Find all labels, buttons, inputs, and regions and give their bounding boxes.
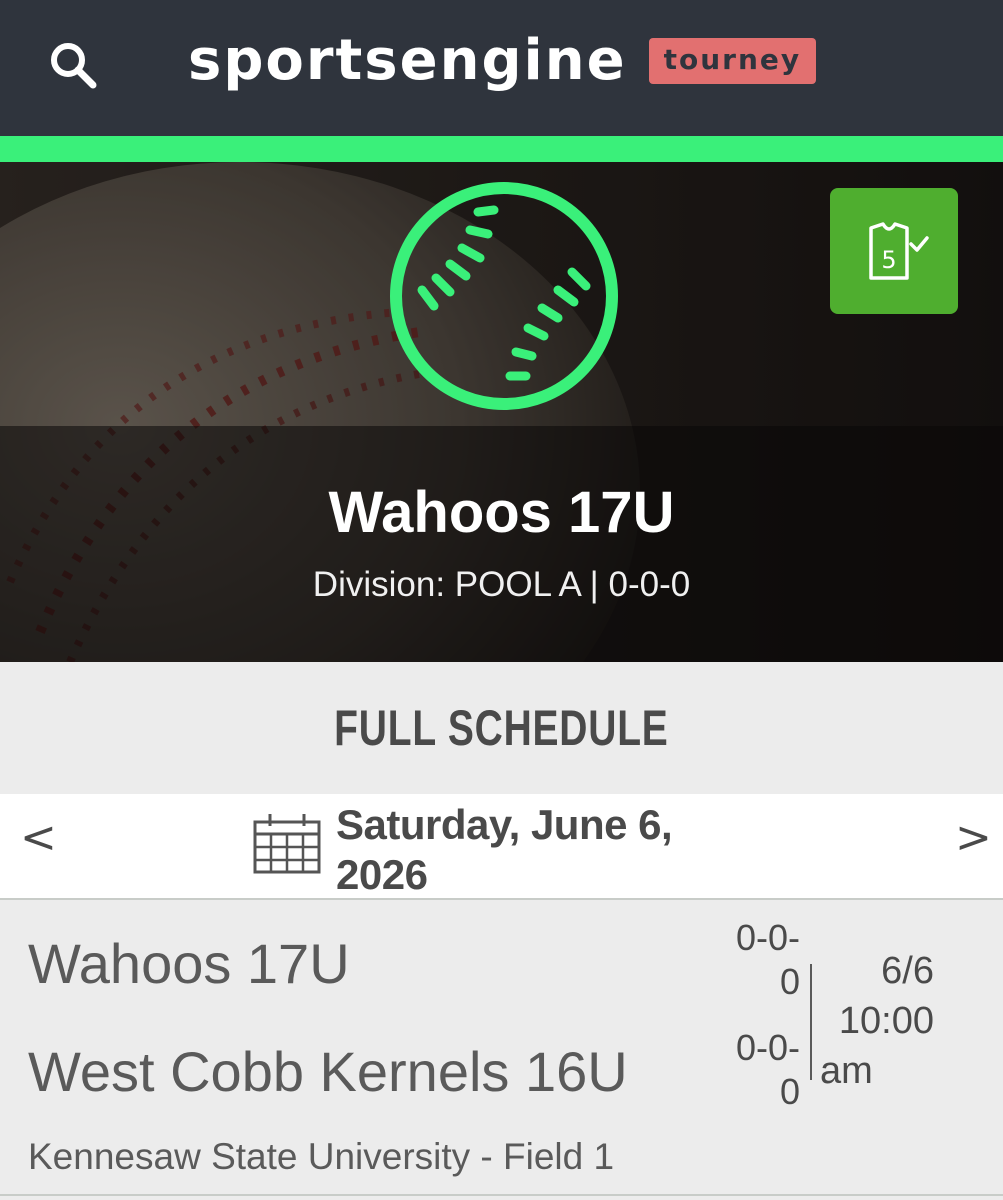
team-hero: 5 Wahoos 17U Division: POOL A | 0-0-0 [0, 162, 1003, 662]
schedule-title: FULL SCHEDULE [334, 700, 669, 756]
lineup-button[interactable]: 5 [830, 188, 958, 314]
away-team-record: 0-0- 0 [700, 1026, 800, 1114]
brand-logo[interactable]: sportsengine tourney [188, 26, 817, 96]
brand-name: sportsengine [188, 28, 627, 93]
top-nav-bar: sportsengine tourney [0, 0, 1003, 136]
next-date-button[interactable]: > [955, 816, 992, 860]
home-team-record: 0-0- 0 [700, 916, 800, 1004]
game-time-divider [810, 964, 812, 1080]
selected-date: Saturday, June 6, 2026 [336, 800, 776, 900]
team-division-record: Division: POOL A | 0-0-0 [312, 565, 691, 604]
game-date-time: 6/6 10:00 am [820, 946, 934, 1096]
home-team-record-line2: 0 [779, 961, 800, 1002]
game-time-line1: 10:00 [838, 1000, 934, 1042]
game-venue: Kennesaw State University - Field 1 [28, 1136, 615, 1177]
away-team-record-line1: 0-0- [735, 1027, 800, 1068]
team-name-title: Wahoos 17U [328, 480, 675, 545]
selected-date-line1: Saturday, June 6, [336, 801, 673, 848]
selected-date-line2: 2026 [336, 851, 428, 898]
search-icon [51, 43, 97, 89]
schedule-header: FULL SCHEDULE [0, 662, 1003, 794]
search-button[interactable] [40, 34, 106, 96]
svg-text:5: 5 [881, 246, 896, 274]
previous-date-button[interactable]: < [20, 816, 57, 860]
card-divider [0, 1194, 1003, 1196]
brand-badge: tourney [648, 38, 817, 84]
home-team-record-line1: 0-0- [735, 917, 800, 958]
game-card[interactable]: Wahoos 17U 0-0- 0 West Cobb Kernels 16U … [0, 902, 1003, 1196]
date-navigator: < Saturday, June 6, 2026 > [0, 794, 1003, 900]
game-date: 6/6 [881, 950, 934, 992]
baseball-icon [390, 182, 618, 410]
calendar-icon[interactable] [252, 812, 322, 876]
home-team-name: Wahoos 17U [28, 932, 350, 995]
away-team-name: West Cobb Kernels 16U [28, 1040, 628, 1103]
away-team-record-line2: 0 [779, 1071, 800, 1112]
game-time-line2: am [820, 1050, 873, 1092]
accent-bar [0, 136, 1003, 162]
jersey-check-icon: 5 [869, 222, 929, 280]
